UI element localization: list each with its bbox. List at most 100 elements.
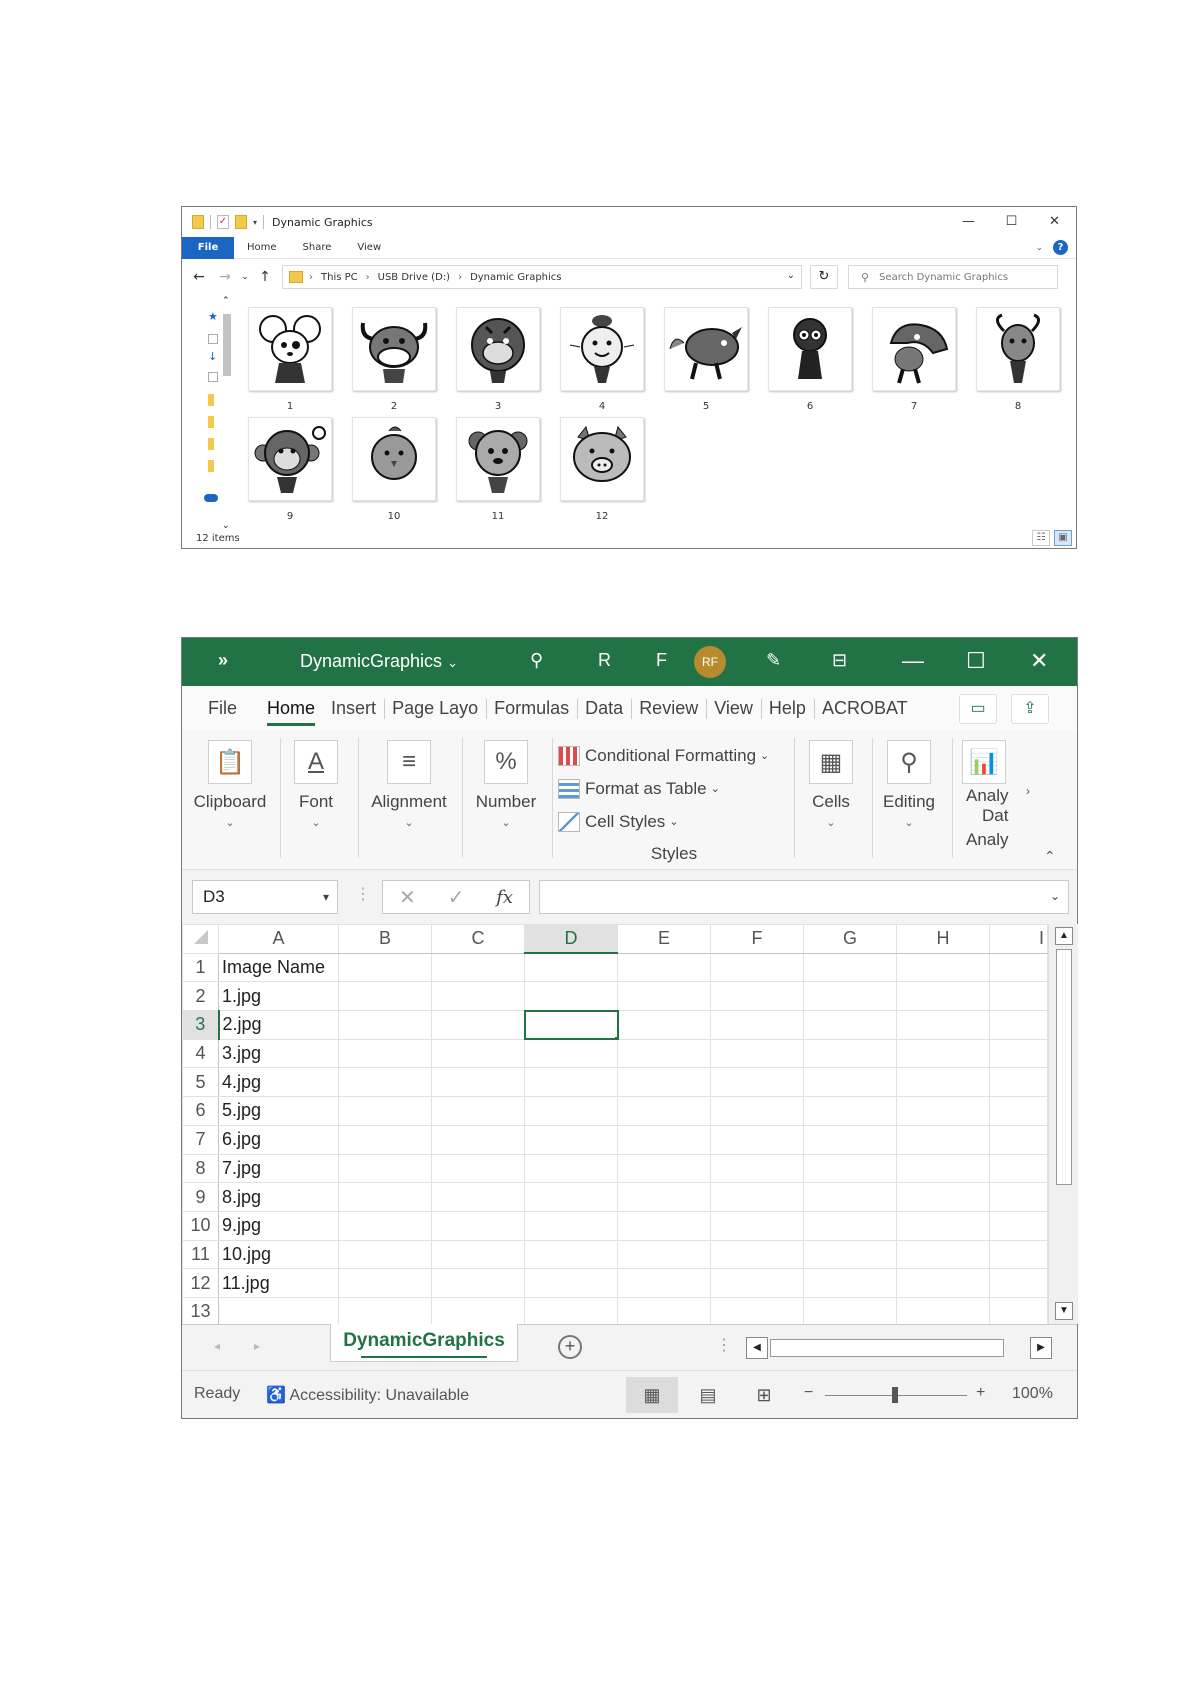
cell[interactable] bbox=[431, 1239, 525, 1270]
row-header[interactable]: 10 bbox=[182, 1210, 219, 1241]
cell[interactable] bbox=[710, 1124, 804, 1155]
breadcrumb-dynamic-graphics[interactable]: Dynamic Graphics bbox=[470, 272, 561, 283]
zoom-out-button[interactable]: − bbox=[804, 1384, 813, 1402]
help-icon[interactable]: ? bbox=[1053, 240, 1068, 255]
cell-a[interactable]: 1.jpg bbox=[218, 981, 339, 1012]
expand-ribbon-icon[interactable]: ⌄ bbox=[1035, 243, 1043, 253]
tab-page-layout[interactable]: Page Layo bbox=[384, 686, 488, 730]
cell[interactable] bbox=[896, 981, 990, 1012]
alignment-group[interactable]: ≡ Alignment ⌄ bbox=[360, 730, 458, 870]
pen-icon[interactable]: ✎ bbox=[766, 650, 781, 671]
folder-icon[interactable] bbox=[192, 215, 204, 229]
row-header[interactable]: 8 bbox=[182, 1153, 219, 1184]
cell[interactable] bbox=[896, 1124, 990, 1155]
pin-icon[interactable]: ★ bbox=[208, 311, 218, 322]
cell[interactable] bbox=[617, 1010, 711, 1040]
maximize-icon[interactable]: ☐ bbox=[990, 207, 1033, 237]
recent-locations-icon[interactable]: ⌄ bbox=[238, 272, 252, 282]
file-item[interactable]: 8 bbox=[972, 307, 1064, 412]
cell[interactable] bbox=[803, 1182, 897, 1212]
cell-a[interactable]: 3.jpg bbox=[218, 1038, 339, 1069]
cell[interactable] bbox=[803, 1239, 897, 1270]
cell[interactable] bbox=[431, 1038, 525, 1069]
folder-icon[interactable] bbox=[208, 416, 214, 428]
cell[interactable] bbox=[989, 1268, 1048, 1298]
scrollbar-thumb[interactable] bbox=[223, 314, 231, 376]
chevron-up-icon[interactable]: ⌃ bbox=[222, 296, 230, 306]
formula-input[interactable]: ⌄ bbox=[539, 880, 1069, 914]
cell[interactable] bbox=[710, 1010, 804, 1040]
tab-help[interactable]: Help bbox=[761, 686, 815, 730]
document-icon[interactable] bbox=[208, 372, 218, 382]
document-title[interactable]: DynamicGraphics ⌄ bbox=[300, 651, 458, 672]
minimize-icon[interactable]: — bbox=[947, 207, 990, 237]
cell-a[interactable]: 11.jpg bbox=[218, 1268, 339, 1298]
file-item[interactable]: 6 bbox=[764, 307, 856, 412]
cell[interactable] bbox=[989, 952, 1048, 983]
cell[interactable] bbox=[524, 1124, 618, 1155]
file-item[interactable]: 11 bbox=[452, 417, 544, 522]
scrollbar-thumb[interactable] bbox=[1056, 949, 1072, 1185]
cell[interactable] bbox=[989, 1153, 1048, 1184]
forward-arrow-icon[interactable]: → bbox=[212, 269, 238, 285]
user-r-label[interactable]: R bbox=[598, 650, 611, 671]
active-cell[interactable] bbox=[523, 1009, 619, 1041]
avatar[interactable]: RF bbox=[694, 646, 726, 678]
tab-home[interactable]: Home bbox=[234, 237, 290, 259]
file-item[interactable]: 3 bbox=[452, 307, 544, 412]
row-header[interactable]: 5 bbox=[182, 1067, 219, 1098]
cell[interactable] bbox=[617, 1182, 711, 1212]
cell[interactable] bbox=[431, 952, 525, 983]
format-as-table-button[interactable]: Format as Table ⌄ bbox=[558, 772, 790, 805]
tab-insert[interactable]: Insert bbox=[323, 686, 386, 730]
tab-view[interactable]: View bbox=[344, 237, 394, 259]
row-header[interactable]: 6 bbox=[182, 1096, 219, 1126]
cell[interactable] bbox=[338, 952, 432, 983]
tab-review[interactable]: Review bbox=[631, 686, 708, 730]
cell[interactable] bbox=[896, 1038, 990, 1069]
cell[interactable] bbox=[338, 1268, 432, 1298]
next-sheet-icon[interactable]: ▸ bbox=[254, 1339, 260, 1353]
breadcrumb-this-pc[interactable]: This PC bbox=[321, 272, 358, 283]
cell[interactable] bbox=[896, 1296, 990, 1327]
customize-toolbar-icon[interactable]: ▾ bbox=[253, 218, 257, 227]
cell[interactable] bbox=[710, 1268, 804, 1298]
cell[interactable] bbox=[338, 1038, 432, 1069]
cells-group[interactable]: ▦ Cells ⌄ bbox=[796, 730, 866, 870]
page-break-view-icon[interactable]: ⊞ bbox=[738, 1377, 790, 1413]
cell[interactable] bbox=[338, 1210, 432, 1241]
column-header[interactable]: D bbox=[524, 924, 618, 955]
cell[interactable] bbox=[710, 1067, 804, 1098]
row-header[interactable]: 4 bbox=[182, 1038, 219, 1069]
cell[interactable] bbox=[896, 1010, 990, 1040]
cell[interactable] bbox=[896, 1067, 990, 1098]
zoom-in-button[interactable]: + bbox=[976, 1384, 985, 1402]
scroll-up-icon[interactable]: ▲ bbox=[1055, 927, 1073, 945]
cell-a[interactable]: 10.jpg bbox=[218, 1239, 339, 1270]
folder-icon[interactable] bbox=[208, 460, 214, 472]
breadcrumb-usb-drive[interactable]: USB Drive (D:) bbox=[378, 272, 450, 283]
cell[interactable] bbox=[338, 1182, 432, 1212]
cell[interactable] bbox=[431, 1124, 525, 1155]
file-item[interactable]: 5 bbox=[660, 307, 752, 412]
file-item[interactable]: 4 bbox=[556, 307, 648, 412]
cell[interactable] bbox=[710, 1182, 804, 1212]
sheet-tab[interactable]: DynamicGraphics bbox=[330, 1324, 518, 1362]
cell[interactable] bbox=[710, 981, 804, 1012]
add-sheet-icon[interactable]: + bbox=[558, 1335, 582, 1359]
tab-file[interactable]: File bbox=[182, 236, 234, 259]
scroll-left-icon[interactable]: ◀ bbox=[746, 1337, 768, 1359]
cell[interactable] bbox=[803, 1296, 897, 1327]
cell[interactable] bbox=[803, 1210, 897, 1241]
row-header[interactable]: 7 bbox=[182, 1124, 219, 1155]
cell[interactable] bbox=[803, 1067, 897, 1098]
cell[interactable] bbox=[989, 1096, 1048, 1126]
cell[interactable] bbox=[617, 1038, 711, 1069]
cell[interactable] bbox=[338, 1296, 432, 1327]
cell[interactable] bbox=[989, 981, 1048, 1012]
maximize-icon[interactable]: ☐ bbox=[966, 648, 986, 674]
file-item[interactable]: 1 bbox=[244, 307, 336, 412]
normal-view-icon[interactable]: ▦ bbox=[626, 1377, 678, 1413]
address-bar[interactable]: › This PC › USB Drive (D:) › Dynamic Gra… bbox=[282, 265, 802, 289]
cell[interactable] bbox=[710, 1210, 804, 1241]
